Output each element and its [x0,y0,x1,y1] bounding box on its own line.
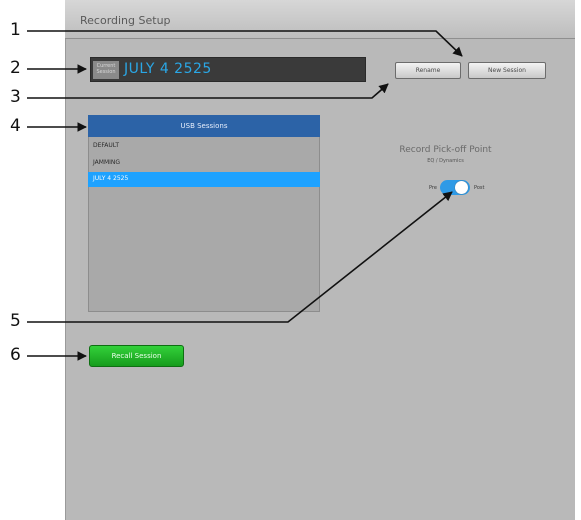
callout-line-5 [27,191,453,323]
callout-line-3 [27,83,389,99]
callout-lines [27,30,463,361]
callout-line-1 [27,30,463,57]
